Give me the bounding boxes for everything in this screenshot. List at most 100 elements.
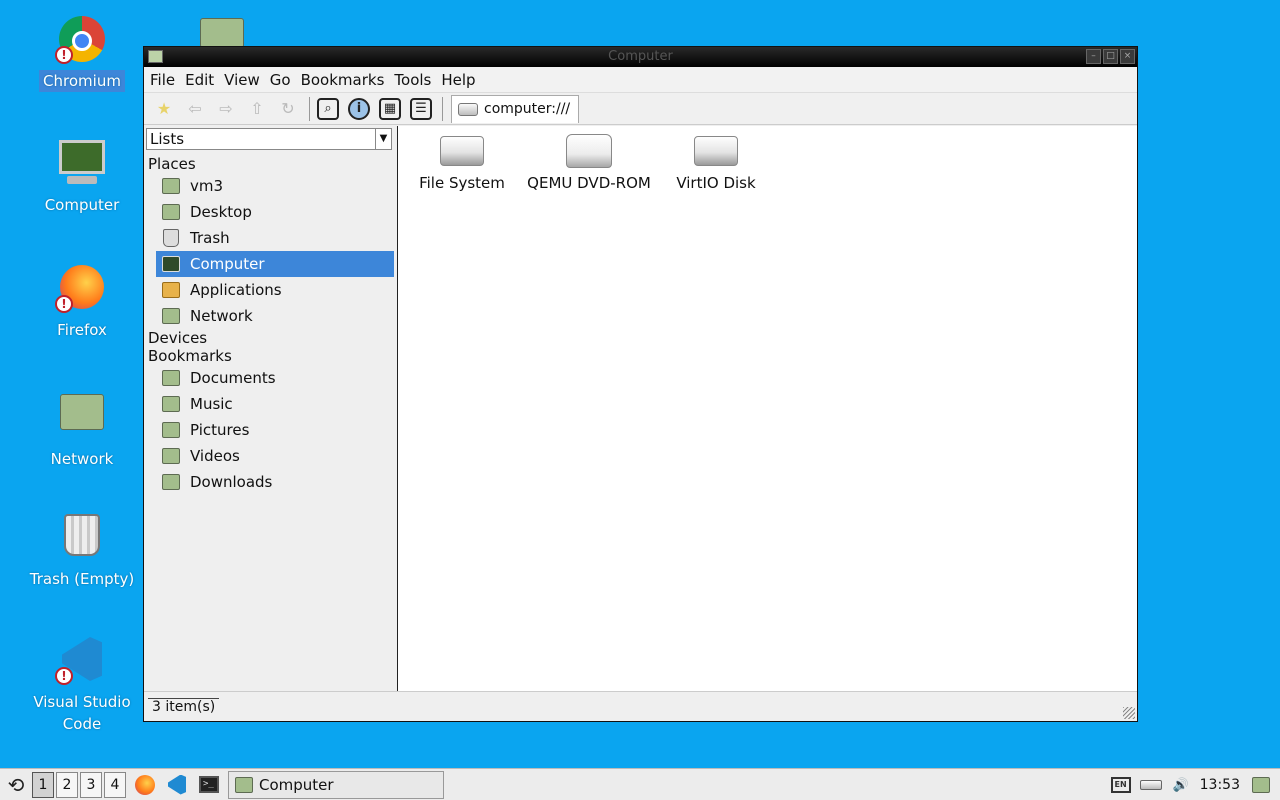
sidebar-item-music[interactable]: Music <box>156 391 394 417</box>
computer-icon <box>162 256 180 272</box>
file-view[interactable]: File System QEMU DVD-ROM VirtIO Disk <box>398 126 1137 691</box>
chevron-down-icon[interactable]: ▼ <box>375 129 391 149</box>
sidebar-mode-select[interactable]: Lists ▼ <box>146 128 392 150</box>
system-tray: EN 🔊 13:53 <box>1110 769 1280 800</box>
desktop-icon-label: Chromium <box>39 70 125 92</box>
maximize-button[interactable]: □ <box>1103 49 1118 64</box>
network-folder-icon <box>162 308 180 324</box>
optical-drive-icon <box>566 134 612 168</box>
sidebar-item-vm3[interactable]: vm3 <box>156 173 394 199</box>
back-button[interactable]: ⇦ <box>181 96 209 122</box>
icon-view-button[interactable]: ▦ <box>376 96 404 122</box>
forward-button[interactable]: ⇨ <box>212 96 240 122</box>
sidebar: Lists ▼ Places vm3 Desktop Trash Compute… <box>144 126 398 691</box>
menu-bookmarks[interactable]: Bookmarks <box>299 71 391 89</box>
sidebar-item-pictures[interactable]: Pictures <box>156 417 394 443</box>
item-qemu-dvd-rom[interactable]: QEMU DVD-ROM <box>526 134 652 192</box>
desktop-icon-vscode[interactable]: ! Visual Studio Code <box>27 634 137 735</box>
section-devices: Devices <box>148 329 208 347</box>
menu-view[interactable]: View <box>222 71 266 89</box>
new-tab-button[interactable]: ★ <box>150 96 178 122</box>
network-icon[interactable] <box>1139 775 1162 795</box>
firefox-icon: ! <box>55 265 107 315</box>
menu-tools[interactable]: Tools <box>392 71 437 89</box>
info-icon: i <box>348 97 370 120</box>
close-button[interactable]: × <box>1120 49 1135 64</box>
list-view-icon: ☰ <box>410 97 432 120</box>
sidebar-item-downloads[interactable]: Downloads <box>156 469 394 495</box>
sidebar-item-computer[interactable]: Computer <box>156 251 394 277</box>
item-label: QEMU DVD-ROM <box>527 174 651 192</box>
item-file-system[interactable]: File System <box>418 136 506 192</box>
desktop-icon-label: Firefox <box>57 321 107 339</box>
up-arrow-icon: ⇧ <box>250 99 264 118</box>
menu-edit[interactable]: Edit <box>183 71 220 89</box>
new-tab-icon: ★ <box>156 99 172 118</box>
chromium-icon: ! <box>55 16 107 66</box>
menu-file[interactable]: File <box>148 71 181 89</box>
item-label: File System <box>419 174 505 192</box>
status-text: 3 item(s) <box>148 698 220 715</box>
vscode-launcher[interactable] <box>164 772 190 798</box>
desktop-icon-label: Trash (Empty) <box>29 570 135 588</box>
list-view-button[interactable]: ☰ <box>407 96 435 122</box>
desktop-icon-network[interactable]: Network <box>27 386 137 470</box>
resize-grip[interactable] <box>1123 707 1135 719</box>
vscode-icon: ! <box>55 637 107 687</box>
menubar: File Edit View Go Bookmarks Tools Help <box>144 67 1137 93</box>
warning-badge-icon: ! <box>55 295 73 313</box>
desktop-icon-computer[interactable]: Computer <box>27 138 137 216</box>
sidebar-item-network[interactable]: Network <box>156 303 394 329</box>
folder-icon <box>235 776 253 793</box>
window-titlebar[interactable]: Computer – □ × <box>144 47 1137 67</box>
sidebar-item-label: vm3 <box>190 177 224 195</box>
menu-help[interactable]: Help <box>439 71 481 89</box>
keyboard-layout-icon[interactable]: EN <box>1110 775 1132 795</box>
desktop-icon-label: Visual Studio Code <box>33 693 131 733</box>
taskbar-window-label: Computer <box>259 775 334 794</box>
workspace-4[interactable]: 4 <box>104 771 126 798</box>
clock[interactable]: 13:53 <box>1200 777 1240 793</box>
desktop-icon-label: Computer <box>44 196 120 214</box>
drive-icon <box>458 102 478 116</box>
desktop-icon-trash[interactable]: Trash (Empty) <box>27 510 137 590</box>
show-desktop-icon[interactable] <box>1250 775 1272 795</box>
terminal-launcher[interactable]: >_ <box>196 772 222 798</box>
workspace-1[interactable]: 1 <box>32 771 54 798</box>
forward-arrow-icon: ⇨ <box>219 99 233 118</box>
up-button[interactable]: ⇧ <box>243 96 271 122</box>
volume-icon[interactable]: 🔊 <box>1170 775 1192 795</box>
applications-icon <box>162 282 180 298</box>
menu-go[interactable]: Go <box>268 71 297 89</box>
firefox-launcher[interactable] <box>132 772 158 798</box>
properties-button[interactable]: i <box>345 96 373 122</box>
section-bookmarks: Bookmarks <box>148 347 232 365</box>
sidebar-item-videos[interactable]: Videos <box>156 443 394 469</box>
workspace-2[interactable]: 2 <box>56 771 78 798</box>
sidebar-item-trash[interactable]: Trash <box>156 225 394 251</box>
back-arrow-icon: ⇦ <box>188 99 202 118</box>
reload-icon: ↻ <box>281 99 295 118</box>
sidebar-mode-value: Lists <box>150 130 185 148</box>
sidebar-item-label: Trash <box>190 229 230 247</box>
desktop-icon-firefox[interactable]: ! Firefox <box>27 262 137 341</box>
grid-view-icon: ▦ <box>379 97 401 120</box>
sidebar-item-applications[interactable]: Applications <box>156 277 394 303</box>
statusbar: 3 item(s) <box>144 691 1137 721</box>
sidebar-item-documents[interactable]: Documents <box>156 365 394 391</box>
start-menu-icon[interactable]: ⟲ <box>2 773 30 797</box>
workspace-3[interactable]: 3 <box>80 771 102 798</box>
window-title: Computer <box>608 49 673 64</box>
find-button[interactable]: ⌕ <box>314 96 342 122</box>
minimize-button[interactable]: – <box>1086 49 1101 64</box>
location-bar[interactable]: computer:/// <box>451 94 580 123</box>
sidebar-item-desktop[interactable]: Desktop <box>156 199 394 225</box>
item-virtio-disk[interactable]: VirtIO Disk <box>674 136 758 192</box>
hard-drive-icon <box>440 136 484 166</box>
desktop-folder-icon-partial[interactable] <box>200 18 244 48</box>
terminal-icon: >_ <box>199 776 219 793</box>
sidebar-item-label: Downloads <box>190 473 273 491</box>
desktop-icon-chromium[interactable]: ! Chromium <box>27 14 137 92</box>
reload-button[interactable]: ↻ <box>274 96 302 122</box>
taskbar-window-button[interactable]: Computer <box>228 770 444 799</box>
